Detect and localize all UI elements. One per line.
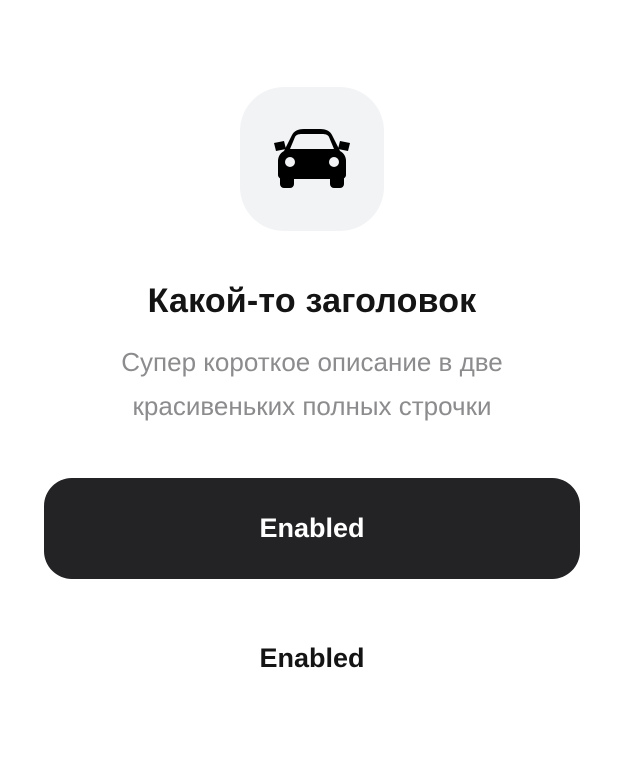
page-description: Супер короткое описание в две красивеньк… (121, 347, 503, 421)
icon-tile (240, 87, 384, 231)
secondary-enabled-button[interactable]: Enabled (212, 628, 412, 688)
page-title: Какой-то заголовок (147, 282, 477, 320)
car-icon (274, 129, 350, 188)
primary-enabled-button[interactable]: Enabled (44, 478, 580, 579)
